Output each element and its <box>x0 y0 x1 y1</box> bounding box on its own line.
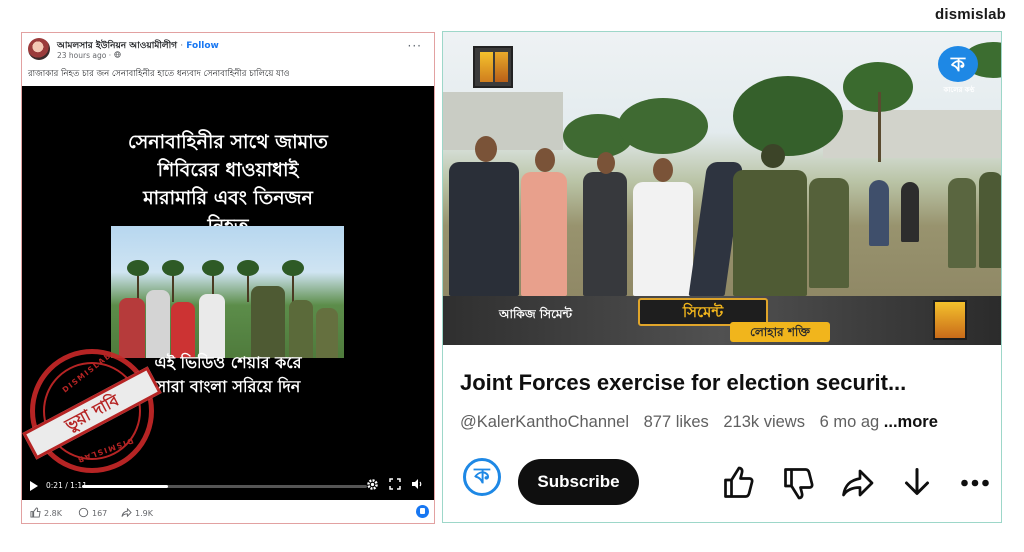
fullscreen-icon[interactable] <box>389 478 401 490</box>
more-icon[interactable] <box>957 465 993 501</box>
volume-icon[interactable] <box>411 478 423 490</box>
facebook-post: আমলসার ইউনিয়ন আওয়ামীলীগ · Follow 23 ho… <box>21 32 435 524</box>
video-title-line: শিবিরের ধাওয়াধাই <box>157 159 299 181</box>
video-meta: @KalerKanthoChannel 877 likes 213k views… <box>460 413 938 432</box>
video-progress-fill <box>82 485 168 488</box>
youtube-card: ক কালের কণ্ঠ আকিজ সিমেন্ট সিমেন্ট লোহার … <box>442 31 1002 523</box>
like-count-text: 2.8K <box>44 509 62 518</box>
share-icon[interactable] <box>839 465 875 501</box>
person-head <box>475 136 497 162</box>
upload-age: 6 mo ag <box>819 413 880 431</box>
soldier-shape <box>979 172 1001 268</box>
tree-shape <box>618 98 708 154</box>
person-head <box>653 158 673 182</box>
more-options-icon[interactable]: ··· <box>408 39 422 53</box>
channel-handle[interactable]: @KalerKanthoChannel <box>460 413 629 431</box>
ad-banner[interactable]: আকিজ সিমেন্ট সিমেন্ট লোহার শক্তি <box>443 296 1001 345</box>
play-icon[interactable] <box>30 481 38 491</box>
share-count[interactable]: 1.9K <box>121 507 153 518</box>
video-progress-bar[interactable] <box>82 485 367 488</box>
product-thumbnail <box>473 46 513 88</box>
person-head <box>535 148 555 172</box>
ad-tagline: লোহার শক্তি <box>730 322 830 342</box>
soldier-shape <box>809 178 849 288</box>
tree-shape <box>733 76 843 156</box>
comment-count-text: 167 <box>92 509 108 518</box>
video-title-line: সেনাবাহিনীর সাথে জামাত <box>128 131 328 153</box>
likes-count: 877 likes <box>643 413 709 431</box>
palm-trunk <box>878 92 881 162</box>
soldier-shape <box>733 170 807 296</box>
youtube-video-frame[interactable]: ক কালের কণ্ঠ আকিজ সিমেন্ট সিমেন্ট লোহার … <box>443 32 1001 345</box>
follow-link[interactable]: Follow <box>186 41 219 51</box>
person-shape <box>869 180 889 246</box>
person-shape <box>449 162 519 296</box>
like-reaction-icon <box>416 505 429 518</box>
fake-claim-stamp: DISMISLAB DISMISLAB ভুয়া দাবি <box>22 349 162 473</box>
subscribe-button[interactable]: Subscribe <box>518 459 639 505</box>
screenshot-root: dismislab আমলসার ইউনিয়ন আওয়ামীলীগ · Fo… <box>0 0 1024 552</box>
video-title-line: মারামারি এবং তিনজন <box>143 187 313 209</box>
like-icon <box>30 507 41 518</box>
kaler-kantho-logo-text: কালের কণ্ঠ <box>943 86 975 94</box>
post-footer: 2.8K 167 1.9K <box>22 501 434 523</box>
globe-icon <box>113 51 121 58</box>
tree-shape <box>282 260 304 302</box>
dislike-icon[interactable] <box>781 465 817 501</box>
person-shape <box>171 302 195 358</box>
video-info-panel: Joint Forces exercise for election secur… <box>443 345 1001 522</box>
settings-gear-icon[interactable] <box>366 478 379 491</box>
building-shape <box>823 110 1001 158</box>
separator-dot: · <box>180 41 184 51</box>
comment-count[interactable]: 167 <box>78 507 107 518</box>
tree-shape <box>127 260 149 302</box>
views-count: 213k views <box>723 413 805 431</box>
person-shape <box>633 182 693 296</box>
person-shape <box>119 298 145 358</box>
person-shape <box>146 290 170 358</box>
post-caption: রাজাকার নিহত চার জন সেনাবাহিনীর হাতে ধন্… <box>28 69 290 79</box>
page-name[interactable]: আমলসার ইউনিয়ন আওয়ামীলীগ <box>57 41 177 51</box>
avatar[interactable] <box>28 38 50 60</box>
person-shape <box>289 300 313 358</box>
video-title-overlay: সেনাবাহিনীর সাথে জামাত শিবিরের ধাওয়াধাই… <box>22 128 434 240</box>
comment-icon <box>78 507 89 518</box>
person-shape <box>251 286 285 358</box>
post-header: আমলসার ইউনিয়ন আওয়ামীলীগ · Follow 23 ho… <box>22 33 434 89</box>
person-shape <box>199 294 225 358</box>
like-icon[interactable] <box>721 465 757 501</box>
person-shape <box>901 182 919 242</box>
video-still-image <box>111 226 344 358</box>
brand-logo: dismislab <box>935 6 1006 23</box>
download-icon[interactable] <box>899 465 935 501</box>
video-controls: 0:21 / 1:11 <box>22 474 434 500</box>
soldier-shape <box>948 178 976 268</box>
building-shape <box>443 92 563 150</box>
person-shape <box>583 172 627 296</box>
like-count[interactable]: 2.8K <box>30 507 62 518</box>
post-time-text: 23 hours ago · <box>57 51 114 60</box>
post-time[interactable]: 23 hours ago · <box>57 51 121 60</box>
channel-avatar[interactable]: ক <box>463 458 501 496</box>
person-shape <box>521 172 567 296</box>
share-count-text: 1.9K <box>135 509 153 518</box>
helmet-shape <box>761 144 785 168</box>
kaler-kantho-logo: ক <box>938 46 978 82</box>
person-head <box>597 152 615 174</box>
share-icon <box>121 507 132 518</box>
video-title[interactable]: Joint Forces exercise for election secur… <box>460 370 990 396</box>
ad-product-image <box>933 300 967 340</box>
more-link[interactable]: ...more <box>884 413 938 431</box>
ad-brand: আকিজ সিমেন্ট <box>499 307 573 321</box>
video-timecode: 0:21 / 1:11 <box>46 481 87 490</box>
